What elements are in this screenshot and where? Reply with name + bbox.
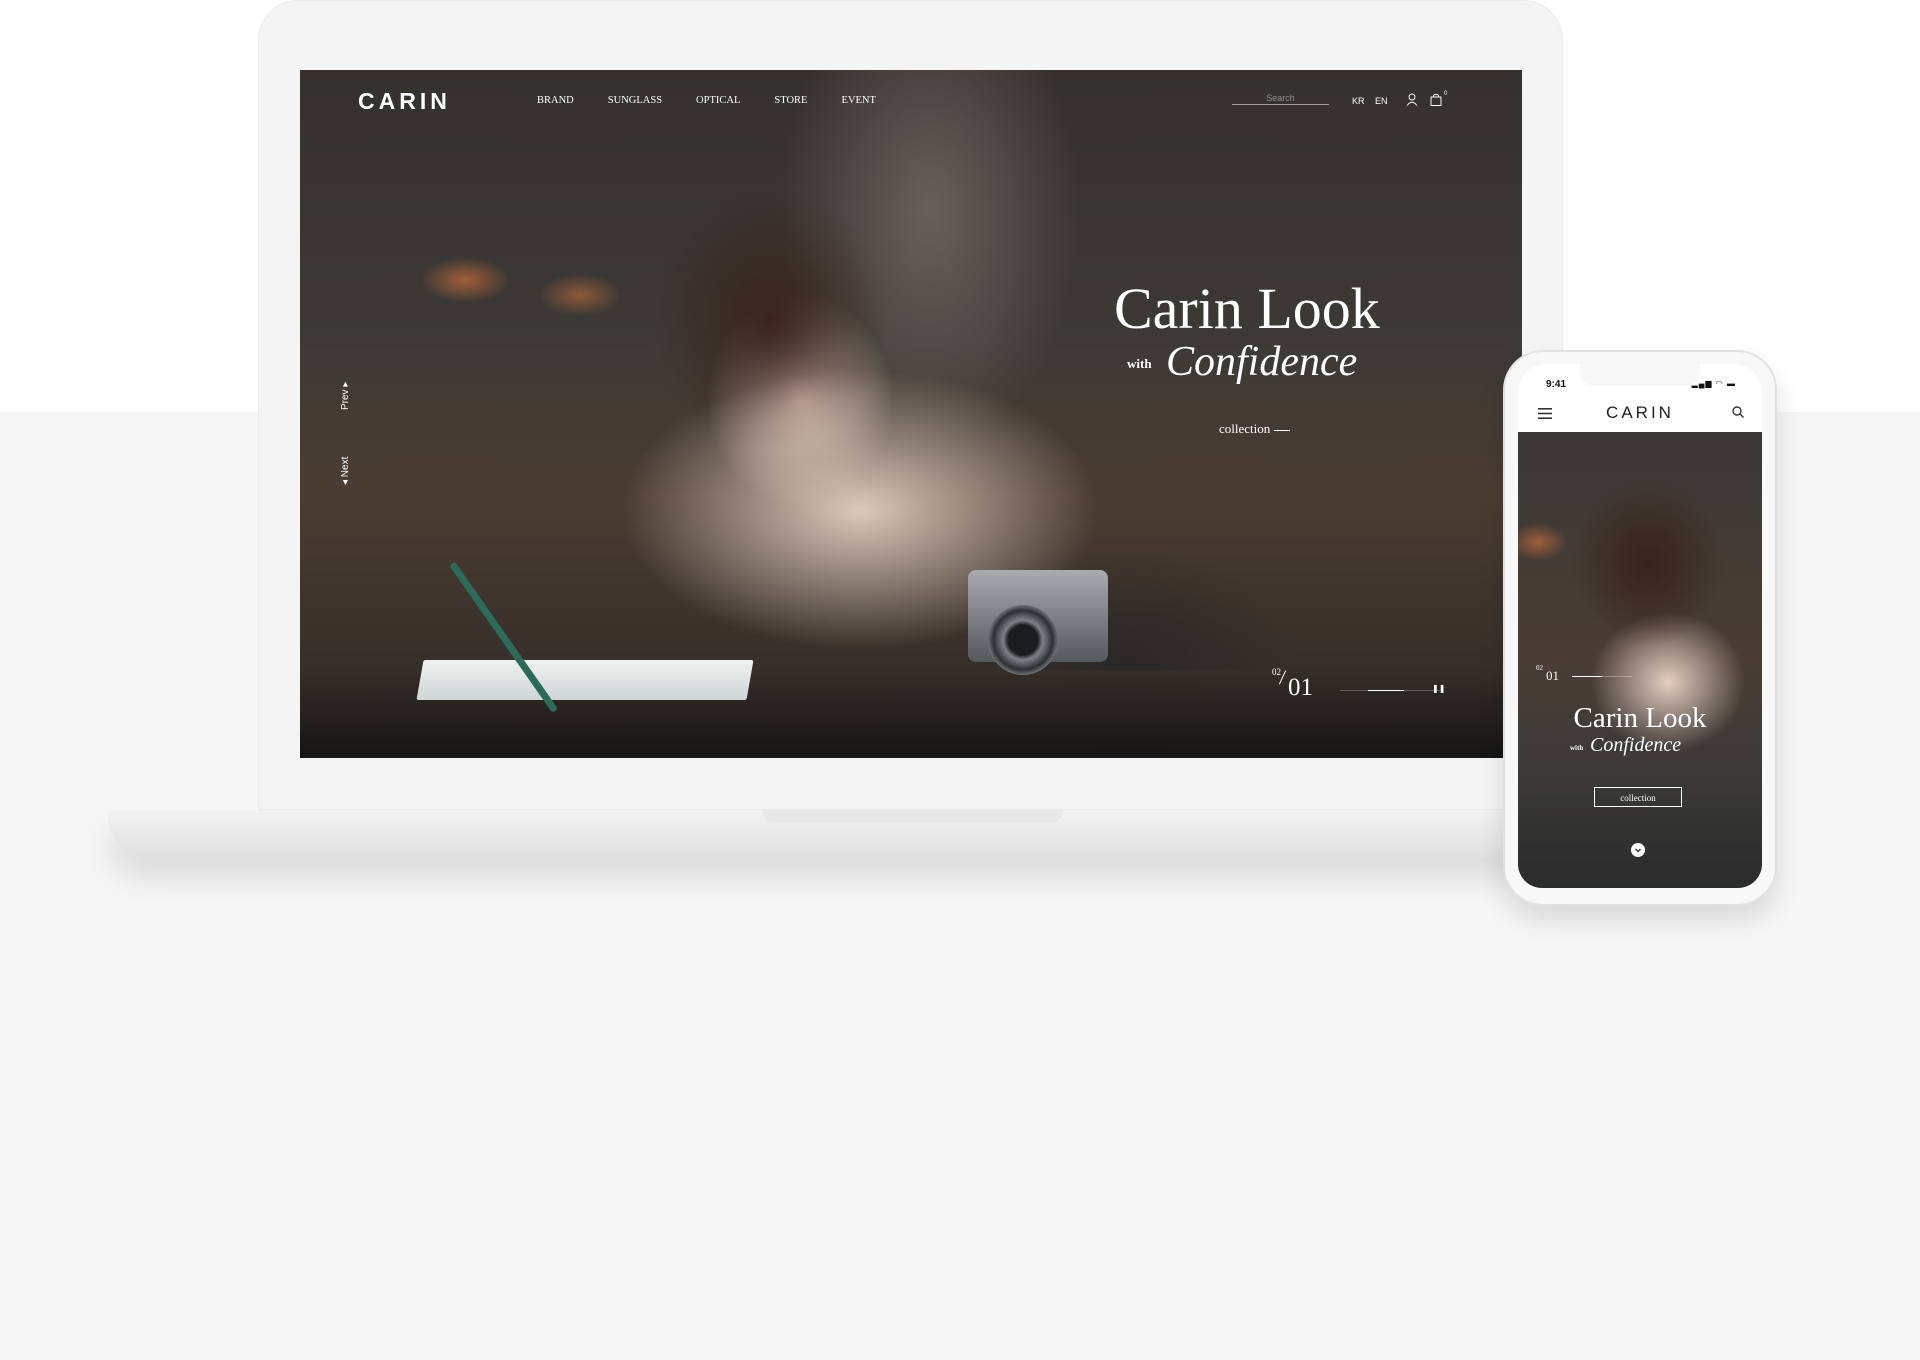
phone-notch (1580, 364, 1700, 386)
slide-progress-fill (1368, 690, 1404, 691)
mobile-screen: 9:41 ▂▄▆ ◠ ▬ CARIN 02 01 Carin Look with… (1518, 364, 1762, 888)
mobile-slide-progress-fill (1572, 676, 1602, 677)
hero-with: with (1127, 356, 1152, 371)
site-logo[interactable]: CARIN (358, 88, 451, 115)
nav-event[interactable]: EVENT (841, 95, 875, 106)
slider-next-button[interactable]: ◂ Next (340, 457, 351, 485)
pause-icon[interactable]: ❚❚ (1432, 684, 1445, 693)
status-icons: ▂▄▆ ◠ ▬ (1691, 379, 1736, 388)
desktop-hero-screen: CARIN BRAND SUNGLASS OPTICAL STORE EVENT… (300, 70, 1522, 758)
nav-optical[interactable]: OPTICAL (696, 95, 740, 106)
slider-prev-label: Prev (340, 389, 351, 410)
slider-next-label: Next (340, 456, 351, 478)
hero-title: Carin Look (1114, 276, 1380, 341)
slide-current: 01 (1288, 674, 1313, 701)
cart-count: 0 (1444, 91, 1448, 97)
slide-progress-bar (1340, 690, 1440, 691)
slider-prev-button[interactable]: Prev ▸ (340, 382, 351, 410)
mobile-hero-subtitle: Confidence (1590, 734, 1682, 756)
collection-link-label: collection (1219, 421, 1271, 436)
cart-icon[interactable] (1430, 93, 1442, 111)
mobile-header: CARIN (1518, 394, 1762, 432)
search-icon[interactable] (1732, 405, 1744, 423)
scroll-down-button[interactable] (1631, 843, 1645, 857)
collection-link[interactable]: collection (1219, 421, 1291, 437)
mobile-logo[interactable]: CARIN (1518, 403, 1762, 423)
lang-en[interactable]: EN (1375, 96, 1388, 106)
mobile-hero: 02 01 Carin Look with Confidence collect… (1518, 432, 1762, 888)
chevron-down-icon (1635, 848, 1641, 853)
arrow-right-icon (1274, 429, 1291, 431)
laptop-notch (763, 810, 1063, 822)
nav-store[interactable]: STORE (774, 95, 807, 106)
mobile-slide-current: 01 (1546, 668, 1559, 683)
hero-photo-camera-lens (988, 605, 1058, 675)
mobile-slide-progress-bar (1572, 676, 1632, 677)
slide-total: 02 (1272, 667, 1281, 677)
nav-brand[interactable]: BRAND (537, 95, 574, 106)
mobile-hero-title: Carin Look (1573, 702, 1707, 734)
hero-subtitle: Confidence (1166, 339, 1358, 385)
nav-sunglass[interactable]: SUNGLASS (608, 95, 662, 106)
main-nav: BRAND SUNGLASS OPTICAL STORE EVENT (537, 95, 910, 106)
status-time: 9:41 (1546, 379, 1567, 390)
lang-kr[interactable]: KR (1352, 96, 1365, 106)
mobile-collection-button[interactable]: collection (1594, 787, 1682, 807)
search-input[interactable] (1232, 92, 1329, 105)
hero-photo-notebook (416, 660, 754, 700)
mobile-slide-total: 02 (1536, 664, 1543, 672)
mobile-hero-with: with (1570, 744, 1584, 752)
user-icon[interactable] (1406, 93, 1418, 111)
phone-status-bar: 9:41 ▂▄▆ ◠ ▬ (1518, 364, 1762, 390)
